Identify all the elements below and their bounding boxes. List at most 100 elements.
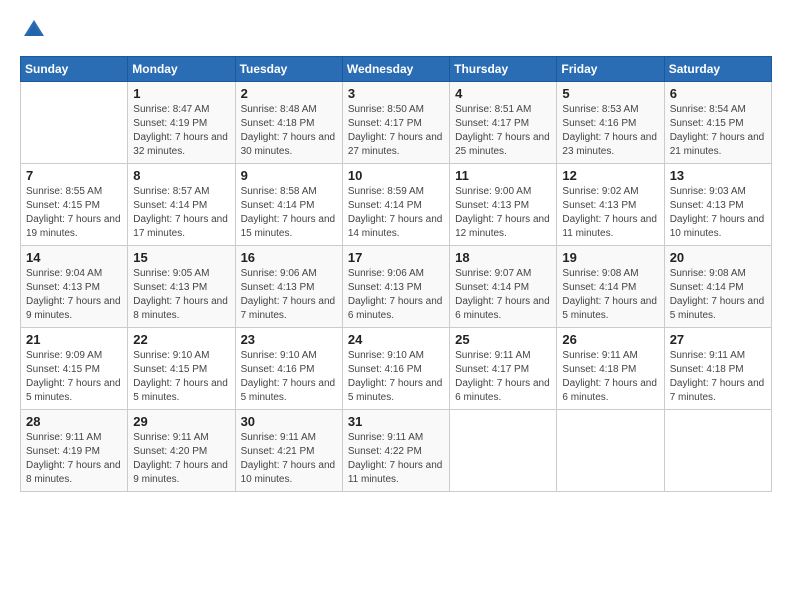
day-header-monday: Monday [128, 57, 235, 82]
day-info: Sunrise: 9:08 AMSunset: 4:14 PMDaylight:… [562, 267, 658, 323]
daylight-text: Daylight: 7 hours and 8 minutes. [133, 295, 229, 323]
day-number: 29 [133, 414, 229, 429]
week-row-0: 1Sunrise: 8:47 AMSunset: 4:19 PMDaylight… [21, 82, 772, 164]
day-number: 5 [562, 86, 658, 101]
sunset-text: Sunset: 4:14 PM [133, 199, 229, 213]
day-info: Sunrise: 9:11 AMSunset: 4:20 PMDaylight:… [133, 431, 229, 487]
day-number: 23 [241, 332, 337, 347]
sunrise-text: Sunrise: 9:03 AM [670, 185, 766, 199]
daylight-text: Daylight: 7 hours and 27 minutes. [348, 131, 444, 159]
sunrise-text: Sunrise: 8:53 AM [562, 103, 658, 117]
day-info: Sunrise: 9:11 AMSunset: 4:18 PMDaylight:… [562, 349, 658, 405]
daylight-text: Daylight: 7 hours and 17 minutes. [133, 213, 229, 241]
day-info: Sunrise: 9:09 AMSunset: 4:15 PMDaylight:… [26, 349, 122, 405]
sunrise-text: Sunrise: 9:10 AM [241, 349, 337, 363]
day-info: Sunrise: 9:06 AMSunset: 4:13 PMDaylight:… [348, 267, 444, 323]
sunset-text: Sunset: 4:16 PM [348, 363, 444, 377]
day-header-thursday: Thursday [450, 57, 557, 82]
day-number: 20 [670, 250, 766, 265]
day-cell: 8Sunrise: 8:57 AMSunset: 4:14 PMDaylight… [128, 164, 235, 246]
day-number: 4 [455, 86, 551, 101]
day-number: 25 [455, 332, 551, 347]
day-info: Sunrise: 9:07 AMSunset: 4:14 PMDaylight:… [455, 267, 551, 323]
calendar-table: SundayMondayTuesdayWednesdayThursdayFrid… [20, 56, 772, 492]
sunset-text: Sunset: 4:18 PM [562, 363, 658, 377]
day-info: Sunrise: 8:50 AMSunset: 4:17 PMDaylight:… [348, 103, 444, 159]
calendar-container: SundayMondayTuesdayWednesdayThursdayFrid… [0, 0, 792, 612]
day-number: 7 [26, 168, 122, 183]
daylight-text: Daylight: 7 hours and 10 minutes. [241, 459, 337, 487]
day-cell: 24Sunrise: 9:10 AMSunset: 4:16 PMDayligh… [342, 328, 449, 410]
sunset-text: Sunset: 4:15 PM [26, 199, 122, 213]
sunrise-text: Sunrise: 9:07 AM [455, 267, 551, 281]
day-cell: 26Sunrise: 9:11 AMSunset: 4:18 PMDayligh… [557, 328, 664, 410]
day-info: Sunrise: 9:11 AMSunset: 4:21 PMDaylight:… [241, 431, 337, 487]
sunrise-text: Sunrise: 9:11 AM [133, 431, 229, 445]
daylight-text: Daylight: 7 hours and 7 minutes. [241, 295, 337, 323]
day-header-sunday: Sunday [21, 57, 128, 82]
day-cell: 9Sunrise: 8:58 AMSunset: 4:14 PMDaylight… [235, 164, 342, 246]
daylight-text: Daylight: 7 hours and 19 minutes. [26, 213, 122, 241]
sunset-text: Sunset: 4:13 PM [670, 199, 766, 213]
day-number: 30 [241, 414, 337, 429]
day-info: Sunrise: 9:00 AMSunset: 4:13 PMDaylight:… [455, 185, 551, 241]
day-header-saturday: Saturday [664, 57, 771, 82]
sunrise-text: Sunrise: 8:55 AM [26, 185, 122, 199]
day-header-tuesday: Tuesday [235, 57, 342, 82]
sunset-text: Sunset: 4:13 PM [26, 281, 122, 295]
sunrise-text: Sunrise: 9:02 AM [562, 185, 658, 199]
sunset-text: Sunset: 4:20 PM [133, 445, 229, 459]
sunrise-text: Sunrise: 9:04 AM [26, 267, 122, 281]
day-cell: 18 Sunrise: 9:07 AMSunset: 4:14 PMDayligh… [450, 246, 557, 328]
daylight-text: Daylight: 7 hours and 11 minutes. [348, 459, 444, 487]
sunset-text: Sunset: 4:14 PM [241, 199, 337, 213]
day-number: 12 [562, 168, 658, 183]
day-cell: 4Sunrise: 8:51 AMSunset: 4:17 PMDaylight… [450, 82, 557, 164]
sunrise-text: Sunrise: 8:57 AM [133, 185, 229, 199]
day-number: 18 [455, 250, 551, 265]
day-number: 16 [241, 250, 337, 265]
day-info: Sunrise: 9:03 AMSunset: 4:13 PMDaylight:… [670, 185, 766, 241]
daylight-text: Daylight: 7 hours and 9 minutes. [26, 295, 122, 323]
daylight-text: Daylight: 7 hours and 14 minutes. [348, 213, 444, 241]
sunrise-text: Sunrise: 8:54 AM [670, 103, 766, 117]
daylight-text: Daylight: 7 hours and 12 minutes. [455, 213, 551, 241]
day-cell: 21 Sunrise: 9:09 AMSunset: 4:15 PMDayligh… [21, 328, 128, 410]
day-number: 21 [26, 332, 122, 347]
day-info: Sunrise: 9:08 AMSunset: 4:14 PMDaylight:… [670, 267, 766, 323]
sunset-text: Sunset: 4:19 PM [26, 445, 122, 459]
day-number: 31 [348, 414, 444, 429]
day-header-wednesday: Wednesday [342, 57, 449, 82]
day-cell: 20 Sunrise: 9:08 AMSunset: 4:14 PMDayligh… [664, 246, 771, 328]
daylight-text: Daylight: 7 hours and 5 minutes. [348, 377, 444, 405]
daylight-text: Daylight: 7 hours and 11 minutes. [562, 213, 658, 241]
sunrise-text: Sunrise: 9:06 AM [348, 267, 444, 281]
daylight-text: Daylight: 7 hours and 6 minutes. [562, 377, 658, 405]
day-cell: 29 Sunrise: 9:11 AMSunset: 4:20 PMDayligh… [128, 410, 235, 492]
day-cell: 27Sunrise: 9:11 AMSunset: 4:18 PMDayligh… [664, 328, 771, 410]
daylight-text: Daylight: 7 hours and 5 minutes. [562, 295, 658, 323]
daylight-text: Daylight: 7 hours and 30 minutes. [241, 131, 337, 159]
day-info: Sunrise: 9:02 AMSunset: 4:13 PMDaylight:… [562, 185, 658, 241]
sunset-text: Sunset: 4:16 PM [241, 363, 337, 377]
day-info: Sunrise: 9:11 AMSunset: 4:19 PMDaylight:… [26, 431, 122, 487]
sunset-text: Sunset: 4:18 PM [241, 117, 337, 131]
sunset-text: Sunset: 4:19 PM [133, 117, 229, 131]
day-info: Sunrise: 9:05 AMSunset: 4:13 PMDaylight:… [133, 267, 229, 323]
day-info: Sunrise: 9:10 AMSunset: 4:16 PMDaylight:… [241, 349, 337, 405]
day-info: Sunrise: 9:06 AMSunset: 4:13 PMDaylight:… [241, 267, 337, 323]
sunset-text: Sunset: 4:15 PM [133, 363, 229, 377]
sunrise-text: Sunrise: 9:06 AM [241, 267, 337, 281]
daylight-text: Daylight: 7 hours and 32 minutes. [133, 131, 229, 159]
sunset-text: Sunset: 4:16 PM [562, 117, 658, 131]
day-number: 14 [26, 250, 122, 265]
day-number: 27 [670, 332, 766, 347]
day-cell: 14 Sunrise: 9:04 AMSunset: 4:13 PMDayligh… [21, 246, 128, 328]
sunset-text: Sunset: 4:14 PM [562, 281, 658, 295]
day-info: Sunrise: 9:04 AMSunset: 4:13 PMDaylight:… [26, 267, 122, 323]
week-row-2: 14Sunrise: 9:04 AMSunset: 4:13 PMDayligh… [21, 246, 772, 328]
week-row-4: 28Sunrise: 9:11 AMSunset: 4:19 PMDayligh… [21, 410, 772, 492]
sunset-text: Sunset: 4:18 PM [670, 363, 766, 377]
day-info: Sunrise: 8:57 AMSunset: 4:14 PMDaylight:… [133, 185, 229, 241]
sunset-text: Sunset: 4:17 PM [455, 117, 551, 131]
